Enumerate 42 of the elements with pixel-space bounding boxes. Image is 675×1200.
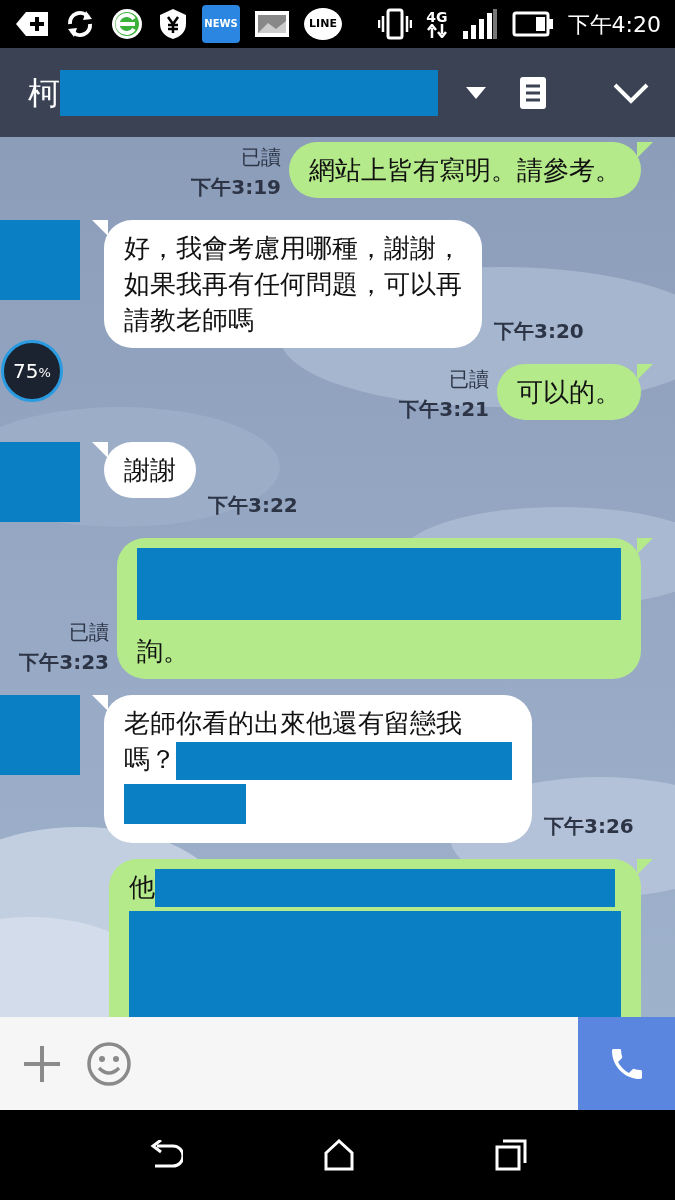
line-label: LINE xyxy=(309,15,337,32)
message-time: 下午3:23 xyxy=(19,649,109,676)
message-text: 好，我會考慮用哪種，謝謝， xyxy=(124,233,462,263)
message-text: 他 xyxy=(129,871,155,902)
message-time: 下午3:21 xyxy=(399,396,489,423)
message-text: 謝謝 xyxy=(124,455,176,485)
badge-value: 75 xyxy=(13,358,39,385)
caret-icon[interactable] xyxy=(466,86,486,99)
browser-icon xyxy=(110,7,144,41)
network-type: 4G xyxy=(426,10,448,24)
shield-icon xyxy=(158,7,188,41)
message-text: 可以的。 xyxy=(517,377,621,407)
chat-title: 柯 xyxy=(28,72,60,114)
plus-icon[interactable] xyxy=(22,1043,62,1084)
vibrate-icon xyxy=(378,8,413,40)
battery-icon xyxy=(511,11,554,37)
smiley-icon[interactable] xyxy=(86,1040,132,1087)
image-icon xyxy=(254,9,290,39)
message-time: 下午3:20 xyxy=(494,318,584,345)
message-text: 老師你看的出來他還有留戀我 xyxy=(124,708,462,738)
call-button[interactable] xyxy=(578,1017,675,1110)
read-receipt: 已讀 xyxy=(69,619,109,646)
message-text: 如果我再有任何問題，可以再 xyxy=(124,269,462,299)
clock: 下午4:20 xyxy=(567,10,661,39)
message-text: 網站上皆有寫明。請參考。 xyxy=(309,155,621,185)
badge-unit: % xyxy=(38,365,51,383)
news-label: NEWS xyxy=(204,19,238,29)
message-text: 詢。 xyxy=(137,636,189,666)
message-text: 請教老師嗎 xyxy=(124,305,254,335)
notes-icon[interactable] xyxy=(520,76,546,109)
message-time: 下午3:26 xyxy=(544,812,634,840)
back-icon[interactable] xyxy=(148,1140,183,1170)
read-receipt: 已讀 xyxy=(449,366,489,393)
chevron-down-icon[interactable] xyxy=(613,81,649,104)
read-receipt: 已讀 xyxy=(241,144,281,171)
message-time: 下午3:22 xyxy=(208,492,298,519)
home-icon[interactable] xyxy=(322,1139,355,1171)
data-arrows-icon xyxy=(426,24,447,38)
message-text: 嗎？ xyxy=(124,744,176,774)
recents-icon[interactable] xyxy=(494,1139,527,1171)
signal-icon xyxy=(461,9,498,39)
message-time: 下午3:19 xyxy=(191,174,281,201)
